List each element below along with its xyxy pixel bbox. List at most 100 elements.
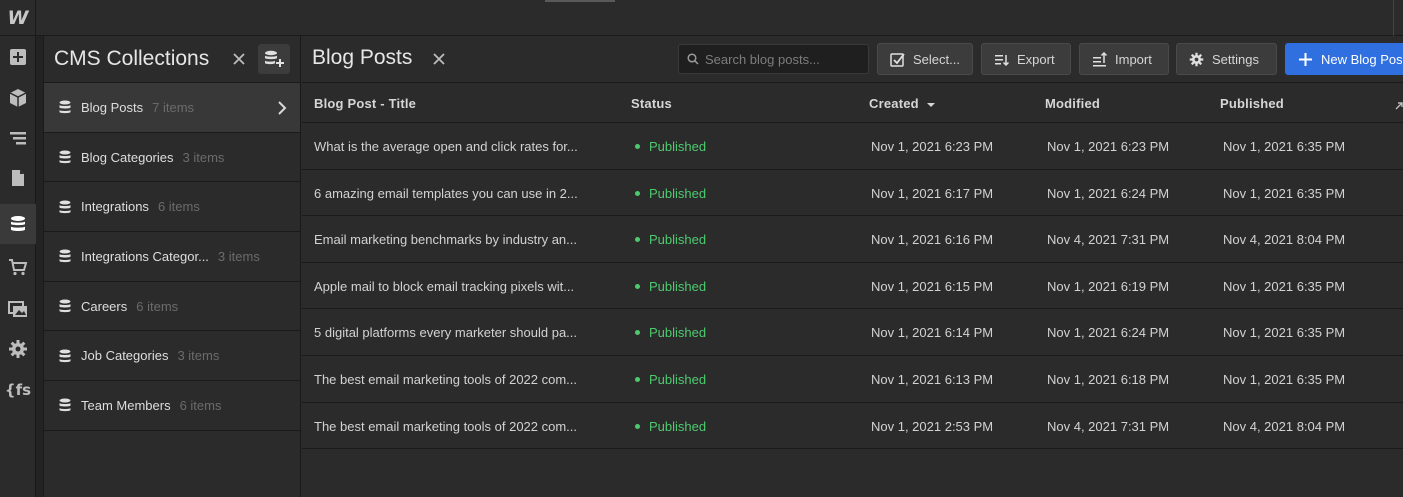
table-row[interactable]: Apple mail to block email tracking pixel… bbox=[302, 263, 1403, 310]
pages-button[interactable] bbox=[0, 158, 36, 198]
cms-collections-panel: CMS Collections Blog Posts 7 items Blog … bbox=[44, 36, 301, 497]
row-status: Published bbox=[649, 278, 707, 294]
table-row[interactable]: Email marketing benchmarks by industry a… bbox=[302, 216, 1403, 263]
row-status: Published bbox=[649, 371, 707, 387]
status-dot bbox=[635, 423, 640, 429]
row-status: Published bbox=[649, 325, 707, 341]
row-published: Nov 1, 2021 6:35 PM bbox=[1223, 278, 1346, 294]
top-bar-divider bbox=[1393, 0, 1394, 36]
collection-title: Blog Posts bbox=[312, 46, 413, 69]
settings-rail-button[interactable] bbox=[0, 329, 36, 369]
collection-item-careers[interactable]: Careers 6 items bbox=[44, 282, 300, 332]
settings-label: Settings bbox=[1212, 51, 1259, 67]
row-modified: Nov 1, 2021 6:24 PM bbox=[1047, 185, 1170, 201]
collection-count: 7 items bbox=[152, 99, 195, 115]
new-blog-post-button[interactable]: New Blog Post bbox=[1285, 43, 1403, 75]
collection-item-integrations[interactable]: Integrations 6 items bbox=[44, 182, 300, 233]
expand-icon[interactable] bbox=[1393, 100, 1403, 110]
collection-name: Blog Posts bbox=[81, 99, 144, 115]
navigator-icon bbox=[10, 132, 26, 145]
collection-count: 6 items bbox=[136, 298, 179, 314]
row-created: Nov 1, 2021 6:23 PM bbox=[871, 139, 994, 154]
gear-icon bbox=[1189, 52, 1204, 66]
collection-name: Integrations bbox=[81, 199, 149, 215]
row-title: The best email marketing tools of 2022 c… bbox=[314, 418, 578, 434]
import-icon bbox=[1093, 51, 1107, 66]
collection-count: 6 items bbox=[157, 199, 200, 215]
row-title: Apple mail to block email tracking pixel… bbox=[314, 278, 575, 294]
cms-button[interactable] bbox=[0, 204, 36, 244]
table-row[interactable]: The best email marketing tools of 2022 c… bbox=[302, 403, 1403, 450]
table-body: What is the average open and click rates… bbox=[302, 123, 1403, 450]
finsweet-button[interactable]: {fs bbox=[0, 370, 36, 410]
search-input[interactable] bbox=[705, 51, 865, 67]
status-dot bbox=[635, 237, 640, 243]
export-label: Export bbox=[1017, 51, 1055, 67]
webflow-logo[interactable]: W bbox=[0, 0, 36, 36]
row-status: Published bbox=[649, 418, 707, 434]
row-modified: Nov 1, 2021 6:19 PM bbox=[1047, 278, 1170, 294]
add-elements-button[interactable] bbox=[0, 37, 36, 77]
select-button[interactable]: Select... bbox=[877, 43, 973, 75]
close-collections-button[interactable] bbox=[228, 48, 250, 70]
collection-item-blog-categories[interactable]: Blog Categories 3 items bbox=[44, 133, 300, 183]
table-row[interactable]: What is the average open and click rates… bbox=[302, 123, 1403, 170]
items-header: Blog Posts Select... Export Import bbox=[302, 36, 1403, 83]
settings-button[interactable]: Settings bbox=[1176, 43, 1277, 75]
export-button[interactable]: Export bbox=[981, 43, 1071, 75]
collection-name: Integrations Categor... bbox=[81, 248, 209, 264]
row-published: Nov 4, 2021 8:04 PM bbox=[1223, 418, 1346, 434]
row-status: Published bbox=[649, 139, 707, 154]
sort-descending-icon bbox=[926, 102, 935, 107]
row-created: Nov 1, 2021 6:16 PM bbox=[871, 232, 994, 248]
collection-name: Careers bbox=[81, 298, 128, 314]
checkbox-icon bbox=[890, 52, 905, 67]
collection-items-panel: Blog Posts Select... Export Import bbox=[302, 36, 1403, 497]
column-modified-header[interactable]: Modified bbox=[1045, 96, 1100, 111]
column-published-header[interactable]: Published bbox=[1220, 96, 1284, 111]
row-modified: Nov 1, 2021 6:18 PM bbox=[1047, 371, 1170, 387]
row-title: 5 digital platforms every marketer shoul… bbox=[314, 325, 578, 341]
collection-name: Job Categories bbox=[81, 348, 169, 364]
collection-count: 3 items bbox=[182, 149, 225, 165]
export-icon bbox=[995, 54, 1009, 66]
row-created: Nov 1, 2021 6:13 PM bbox=[871, 371, 994, 387]
navigator-button[interactable] bbox=[0, 118, 36, 158]
collection-item-team-members[interactable]: Team Members 6 items bbox=[44, 381, 300, 431]
close-icon bbox=[233, 53, 245, 65]
row-published: Nov 1, 2021 6:35 PM bbox=[1223, 185, 1346, 201]
row-published: Nov 4, 2021 8:04 PM bbox=[1223, 232, 1346, 248]
row-title: The best email marketing tools of 2022 c… bbox=[314, 371, 578, 387]
import-button[interactable]: Import bbox=[1079, 43, 1169, 75]
symbols-button[interactable] bbox=[0, 78, 36, 118]
column-title-header[interactable]: Blog Post - Title bbox=[314, 96, 416, 111]
ecommerce-button[interactable] bbox=[0, 247, 36, 287]
database-icon bbox=[59, 200, 71, 213]
row-published: Nov 1, 2021 6:35 PM bbox=[1223, 139, 1346, 154]
chevron-right-icon bbox=[278, 101, 287, 115]
database-icon bbox=[59, 398, 71, 412]
status-dot bbox=[635, 376, 640, 382]
column-created-header[interactable]: Created bbox=[869, 96, 935, 111]
table-row[interactable]: 6 amazing email templates you can use in… bbox=[302, 170, 1403, 217]
table-row[interactable]: 5 digital platforms every marketer shoul… bbox=[302, 309, 1403, 356]
collection-item-job-categories[interactable]: Job Categories 3 items bbox=[44, 331, 300, 382]
collection-item-integrations-categories[interactable]: Integrations Categor... 3 items bbox=[44, 232, 300, 282]
status-dot bbox=[635, 283, 640, 289]
table-row[interactable]: The best email marketing tools of 2022 c… bbox=[302, 356, 1403, 403]
table-header: Blog Post - Title Status Created Modifie… bbox=[302, 83, 1403, 123]
add-collection-button[interactable] bbox=[258, 44, 290, 74]
status-dot bbox=[635, 190, 640, 196]
row-published: Nov 1, 2021 6:35 PM bbox=[1223, 325, 1346, 341]
search-box[interactable] bbox=[678, 44, 869, 74]
column-created-label: Created bbox=[869, 96, 919, 111]
collection-item-blog-posts[interactable]: Blog Posts 7 items bbox=[44, 83, 300, 133]
close-collection-button[interactable] bbox=[428, 48, 450, 70]
gear-icon bbox=[9, 340, 27, 358]
top-bar bbox=[0, 0, 1403, 36]
row-modified: Nov 1, 2021 6:24 PM bbox=[1047, 325, 1170, 341]
row-title: 6 amazing email templates you can use in… bbox=[314, 185, 578, 201]
assets-button[interactable] bbox=[0, 289, 36, 329]
finsweet-label: {fs bbox=[4, 381, 32, 399]
column-status-header[interactable]: Status bbox=[631, 96, 672, 111]
